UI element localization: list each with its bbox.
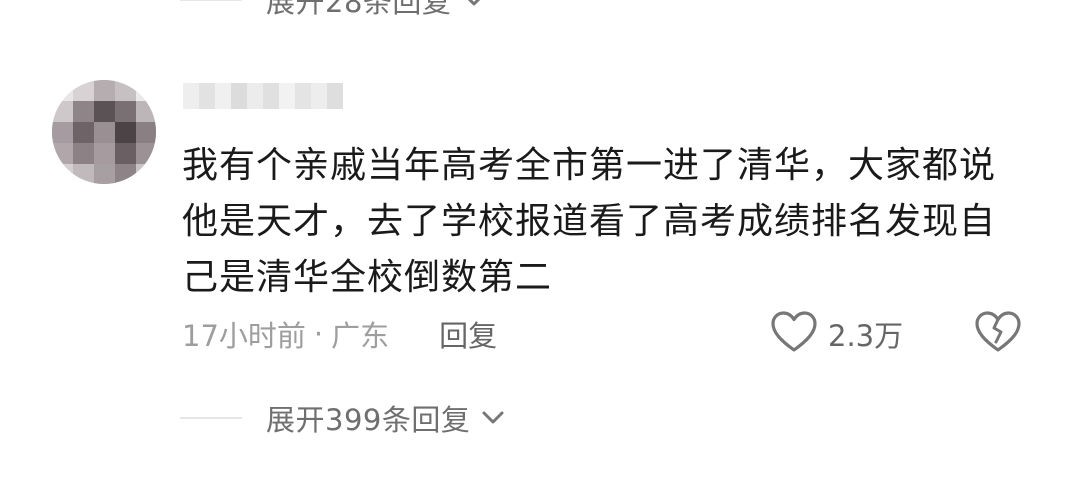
heart-outline-icon: [770, 310, 818, 358]
expand-replies-top[interactable]: 展开28条回复: [180, 0, 489, 20]
like-button[interactable]: 2.3万: [770, 310, 903, 358]
expand-replies-bottom[interactable]: 展开399条回复: [180, 398, 508, 438]
divider-line: [180, 417, 242, 419]
username-blurred[interactable]: [183, 83, 343, 109]
comment-line: 他是天才，去了学校报道看了高考成绩排名发现自: [182, 201, 997, 242]
expand-replies-label: 展开399条回复: [266, 403, 471, 437]
comment-line: 我有个亲戚当年高考全市第一进了清华，大家都说: [182, 145, 997, 186]
comment-location: 广东: [331, 319, 390, 353]
comment-text: 我有个亲戚当年高考全市第一进了清华，大家都说 他是天才，去了学校报道看了高考成绩…: [182, 138, 1032, 306]
divider-line: [180, 0, 242, 1]
comment-meta: 17小时前 · 广东 回复: [182, 314, 497, 354]
comment-line: 己是清华全校倒数第二: [182, 257, 553, 298]
chevron-down-icon: [459, 0, 489, 15]
comment-time: 17小时前: [182, 319, 306, 353]
broken-heart-icon: [974, 311, 1022, 358]
avatar[interactable]: [52, 80, 156, 184]
meta-separator: ·: [313, 317, 324, 351]
like-count: 2.3万: [828, 319, 904, 353]
reply-button[interactable]: 回复: [439, 313, 497, 355]
expand-replies-label: 展开28条回复: [266, 0, 452, 19]
dislike-button[interactable]: [974, 310, 1022, 358]
chevron-down-icon: [478, 403, 508, 433]
